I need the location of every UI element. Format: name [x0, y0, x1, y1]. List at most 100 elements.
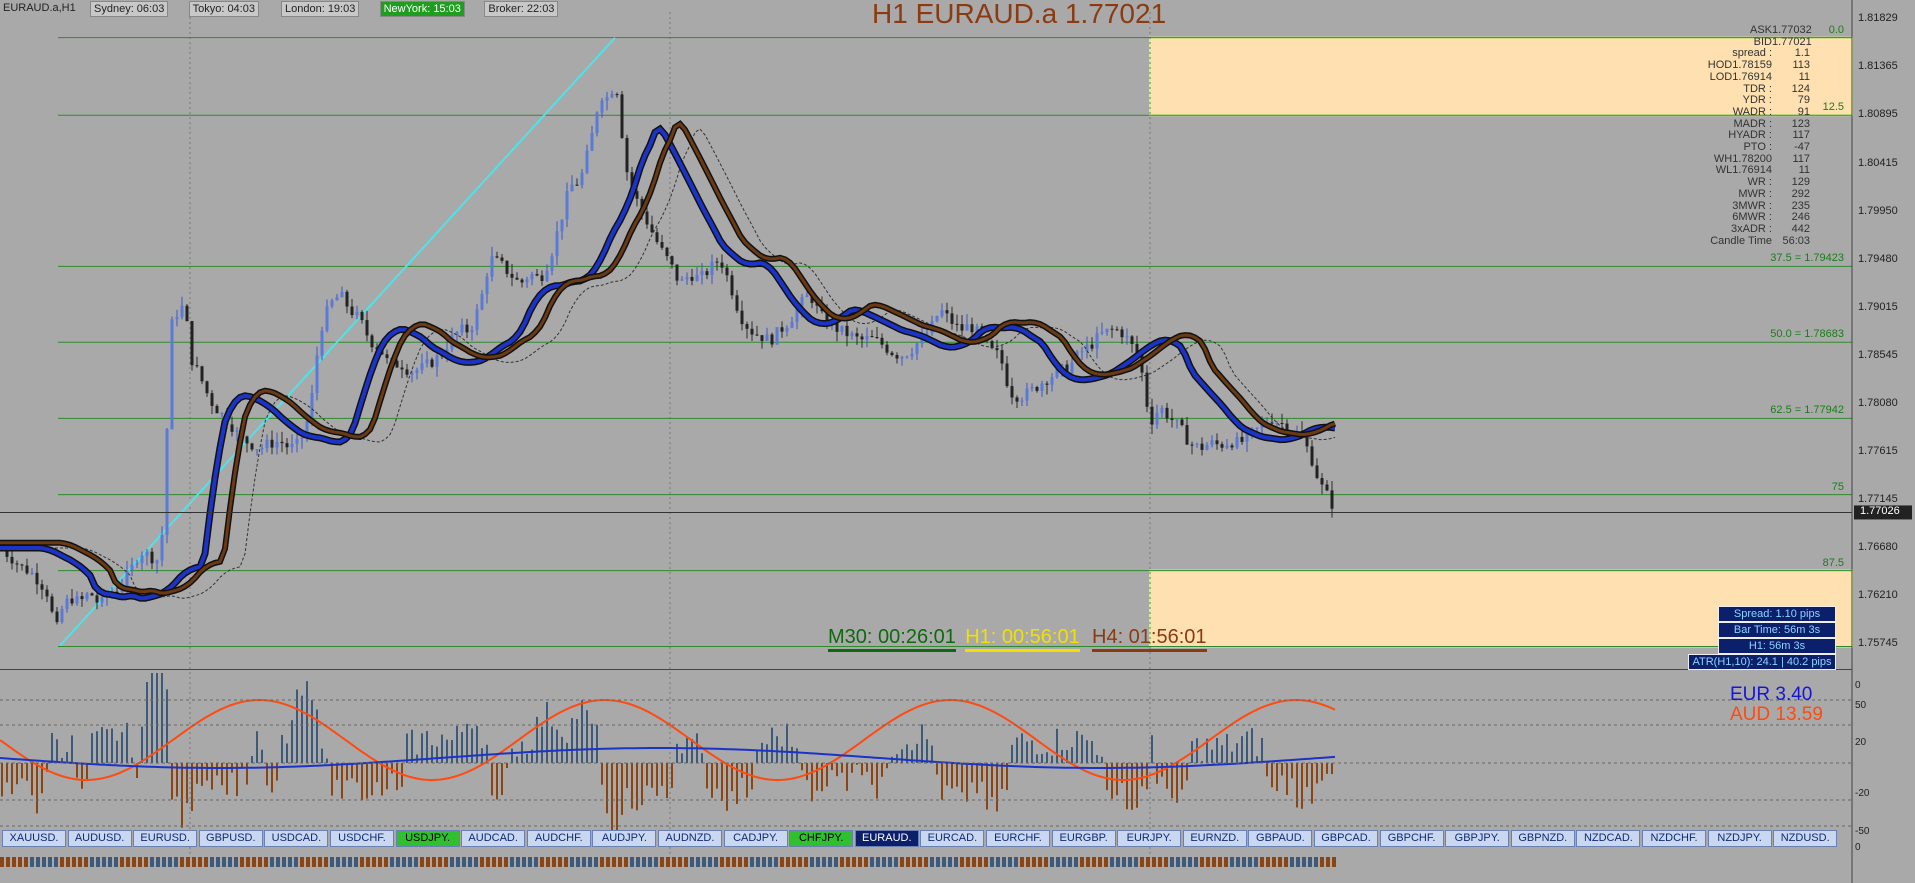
hist-bar-up [1041, 753, 1043, 763]
candle-body [675, 264, 679, 281]
pair-tab-euraud[interactable]: EURAUD. [854, 830, 919, 847]
candle-body [25, 565, 29, 574]
candle-body [725, 267, 729, 276]
trend-stripe [1182, 857, 1186, 867]
pair-tab-eurchf[interactable]: EURCHF. [986, 830, 1050, 847]
candle-body [260, 448, 264, 450]
trend-stripe [624, 857, 628, 867]
pair-tab-eurjpy[interactable]: EURJPY. [1117, 830, 1182, 847]
info-row: Candle Time 56:03 [1700, 235, 1810, 247]
pair-tab-usdchf[interactable]: USDCHF. [330, 830, 394, 847]
pair-tab-nzdusd[interactable]: NZDUSD. [1773, 830, 1838, 847]
candle-body [70, 598, 74, 604]
hist-bar-up [1261, 737, 1263, 763]
hist-bar-up [56, 739, 58, 763]
hist-bar-down [631, 763, 633, 809]
trend-stripe [210, 857, 214, 867]
pair-tab-gbpusd[interactable]: GBPUSD. [198, 830, 263, 847]
candle-body [85, 593, 89, 600]
trend-stripe [1128, 857, 1132, 867]
trend-stripe [132, 857, 136, 867]
trend-stripe [642, 857, 646, 867]
pair-tab-gbpjpy[interactable]: GBPJPY. [1445, 830, 1510, 847]
hist-bar-up [66, 751, 68, 763]
main-chart[interactable] [0, 0, 1915, 883]
candle-body [1175, 419, 1179, 421]
hist-bar-down [811, 763, 813, 802]
hist-bar-up [1096, 755, 1098, 763]
trend-stripe [498, 857, 502, 867]
candle-body [1020, 400, 1024, 402]
info-row: LOD1.76914 11 [1700, 71, 1810, 83]
trend-stripe [324, 857, 328, 867]
pair-tab-usdcad[interactable]: USDCAD. [264, 830, 329, 847]
candle-body [125, 570, 129, 587]
hist-bar-down [396, 763, 398, 791]
candle-body [1025, 388, 1029, 401]
pair-tab-eurnzd[interactable]: EURNZD. [1182, 830, 1247, 847]
pair-tab-nzdjpy[interactable]: NZDJPY. [1707, 830, 1772, 847]
trend-stripe [1224, 857, 1228, 867]
hist-bar-down [206, 763, 208, 781]
hist-bar-down [656, 763, 658, 796]
trend-stripe [918, 857, 922, 867]
info-row: YDR : 79 [1700, 94, 1810, 106]
trend-stripe [936, 857, 940, 867]
trend-stripe [306, 857, 310, 867]
trend-stripe [630, 857, 634, 867]
hist-bar-down [881, 763, 883, 777]
pair-tab-audcad[interactable]: AUDCAD. [461, 830, 526, 847]
candle-body [1255, 427, 1259, 429]
pair-tab-xauusd[interactable]: XAUUSD. [2, 830, 66, 847]
pair-tab-cadjpy[interactable]: CADJPY. [723, 830, 788, 847]
hist-bar-up [566, 742, 568, 763]
candle-body [145, 551, 149, 556]
pair-tab-eurcad[interactable]: EURCAD. [920, 830, 985, 847]
candle-body [495, 256, 499, 258]
pair-tab-gbpnzd[interactable]: GBPNZD. [1510, 830, 1575, 847]
pair-tab-eurusd[interactable]: EURUSD. [133, 830, 198, 847]
pair-tab-audjpy[interactable]: AUDJPY. [592, 830, 657, 847]
trend-stripe [924, 857, 928, 867]
hist-bar-up [131, 757, 133, 763]
trend-stripe [1218, 857, 1222, 867]
candle-body [910, 353, 914, 357]
pair-tab-audusd[interactable]: AUDUSD. [67, 830, 132, 847]
pair-tab-nzdchf[interactable]: NZDCHF. [1642, 830, 1706, 847]
hist-bar-up [596, 724, 598, 763]
hist-bar-down [246, 763, 248, 785]
candle-body [330, 300, 334, 307]
hist-bar-up [101, 727, 103, 763]
candle-body [140, 555, 144, 564]
trend-stripe [138, 857, 142, 867]
hist-bar-up [1216, 738, 1218, 763]
pair-tab-usdjpy[interactable]: USDJPY. [395, 830, 460, 847]
hist-bar-down [971, 763, 973, 783]
hist-bar-up [921, 724, 923, 763]
trend-stripe [648, 857, 652, 867]
price-tick: 1.79480 [1858, 253, 1898, 266]
pair-tab-gbpaud[interactable]: GBPAUD. [1248, 830, 1313, 847]
hist-bar-up [691, 739, 693, 763]
pair-tab-gbpchf[interactable]: GBPCHF. [1379, 830, 1444, 847]
session-clock-4: Broker: 22:03 [484, 1, 559, 17]
price-tick: 1.81829 [1858, 12, 1898, 25]
hist-bar-up [556, 729, 558, 763]
trend-stripe [792, 857, 796, 867]
pair-tab-gbpcad[interactable]: GBPCAD. [1314, 830, 1378, 847]
candle-body [655, 232, 659, 243]
pair-tab-chfjpy[interactable]: CHFJPY. [789, 830, 854, 847]
hist-bar-up [1051, 755, 1053, 763]
pair-tab-nzdcad[interactable]: NZDCAD. [1576, 830, 1641, 847]
info-value: 117 [1792, 129, 1810, 142]
trend-stripe [336, 857, 340, 867]
hist-bar-up [111, 728, 113, 763]
hist-bar-down [21, 763, 23, 779]
trend-stripe [156, 857, 160, 867]
candle-body [50, 596, 54, 612]
trend-stripe [540, 857, 544, 867]
fib-label: 37.5 = 1.79423 [1770, 252, 1844, 265]
pair-tab-audnzd[interactable]: AUDNZD. [658, 830, 722, 847]
pair-tab-audchf[interactable]: AUDCHF. [526, 830, 591, 847]
pair-tab-eurgbp[interactable]: EURGBP. [1051, 830, 1116, 847]
